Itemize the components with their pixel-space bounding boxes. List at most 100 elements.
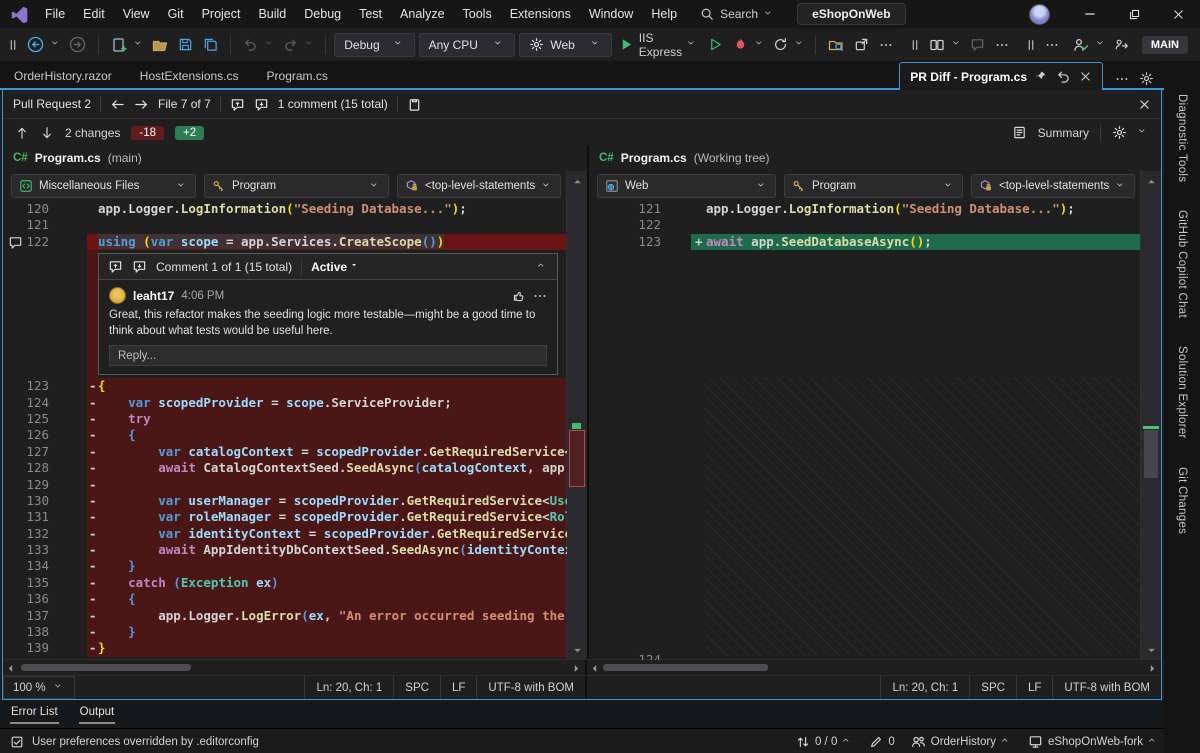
toolbar-grip[interactable] — [908, 38, 922, 52]
scrollbar-thumb[interactable] — [21, 664, 191, 671]
code-line[interactable]: 121 — [3, 217, 567, 233]
add-comment-button[interactable] — [967, 34, 988, 55]
comment-menu-icon[interactable] — [533, 289, 547, 303]
code-line[interactable]: 126- { — [3, 427, 567, 443]
code-line[interactable]: 127- var catalogContext = scopedProvider… — [3, 444, 567, 460]
navigate-forward-button[interactable] — [66, 33, 89, 56]
reply-input[interactable]: Reply... — [109, 345, 547, 366]
menu-item[interactable]: Project — [193, 0, 250, 28]
code-line[interactable]: 122 — [589, 217, 1141, 233]
chevron-down-icon[interactable] — [795, 39, 806, 50]
undo-icon[interactable] — [1056, 69, 1071, 84]
new-item-button[interactable] — [108, 34, 130, 56]
menu-item[interactable]: Analyze — [391, 0, 453, 28]
scroll-left-icon[interactable] — [3, 660, 17, 676]
summary-link[interactable]: Summary — [1038, 126, 1089, 140]
scroll-up-icon[interactable] — [567, 173, 587, 189]
scrollbar-thumb[interactable] — [1144, 430, 1158, 478]
code-line[interactable]: 135- catch (Exception ex) — [3, 575, 567, 591]
chevron-down-icon[interactable] — [265, 39, 276, 50]
close-pr-view-button[interactable] — [1138, 98, 1151, 111]
scroll-down-icon[interactable] — [1141, 642, 1161, 658]
chevron-down-icon[interactable] — [952, 39, 963, 50]
active-document-tab[interactable]: PR Diff - Program.cs — [899, 62, 1103, 90]
restart-button[interactable] — [770, 34, 791, 55]
scroll-down-icon[interactable] — [567, 642, 587, 658]
start-without-debugging-button[interactable] — [705, 34, 726, 55]
left-vertical-scrollbar[interactable] — [566, 171, 587, 660]
right-vertical-scrollbar[interactable] — [1140, 171, 1161, 660]
member-dropdown[interactable]: <top-level-statements-en — [971, 174, 1135, 198]
type-dropdown[interactable]: Program — [204, 174, 389, 198]
toolbar-grip[interactable] — [1024, 38, 1038, 52]
zoom-dropdown[interactable]: 100 % — [3, 676, 75, 699]
menu-item[interactable]: Build — [249, 0, 295, 28]
chevron-down-icon[interactable] — [51, 39, 62, 50]
project-dropdown[interactable]: Miscellaneous Files — [11, 174, 196, 198]
copy-link-icon[interactable] — [407, 97, 422, 112]
menu-item[interactable]: Debug — [295, 0, 350, 28]
next-change-button[interactable] — [40, 126, 54, 140]
toolbar-grip[interactable] — [6, 38, 20, 52]
tool-window-tab[interactable]: Diagnostic Tools — [1176, 94, 1188, 182]
environment-badge[interactable]: MAIN — [1142, 36, 1188, 54]
menu-item[interactable]: Edit — [74, 0, 114, 28]
menu-item[interactable]: File — [36, 0, 74, 28]
user-avatar[interactable] — [1029, 4, 1050, 25]
right-code-editor[interactable]: 121app.Logger.LogInformation("Seeding Da… — [589, 201, 1141, 660]
left-horizontal-scrollbar[interactable] — [3, 660, 587, 676]
encoding-indicator[interactable]: UTF-8 with BOM — [476, 676, 585, 699]
sign-in-button[interactable] — [1111, 34, 1132, 55]
tool-window-tab[interactable]: Git Changes — [1176, 467, 1188, 534]
menu-item[interactable]: Git — [159, 0, 193, 28]
code-line[interactable]: 138- } — [3, 624, 567, 640]
code-line[interactable]: 125- try — [3, 411, 567, 427]
document-tab[interactable]: Program.cs — [253, 62, 342, 89]
collapse-thread-icon[interactable] — [537, 261, 548, 272]
minimize-button[interactable] — [1068, 0, 1112, 28]
startup-profile-dropdown[interactable]: Web — [519, 33, 611, 57]
right-horizontal-scrollbar[interactable] — [587, 660, 1161, 676]
repository-control[interactable]: eShopOnWeb-fork — [1028, 734, 1159, 749]
navigate-back-button[interactable] — [24, 33, 47, 56]
code-line[interactable]: 132- var identityContext = scopedProvide… — [3, 526, 567, 542]
solution-explorer-tool-button[interactable] — [851, 34, 872, 55]
encoding-indicator[interactable]: UTF-8 with BOM — [1052, 676, 1161, 699]
code-line[interactable]: 123+await app.SeedDatabaseAsync(); — [589, 234, 1141, 250]
hot-reload-button[interactable] — [730, 34, 751, 55]
code-line[interactable]: 122using (var scope = app.Services.Creat… — [3, 234, 567, 250]
chevron-down-icon[interactable] — [134, 39, 145, 50]
start-debugging-button[interactable]: IIS Express — [616, 28, 701, 62]
scroll-left-icon[interactable] — [587, 660, 601, 676]
scrollbar-thumb[interactable] — [603, 664, 768, 671]
diff-toolbar-overflow-button[interactable] — [992, 35, 1012, 55]
thumbs-up-icon[interactable] — [512, 289, 526, 303]
menu-item[interactable]: Window — [580, 0, 642, 28]
close-tab-icon[interactable] — [1079, 70, 1092, 83]
document-tab[interactable]: HostExtensions.cs — [126, 62, 253, 89]
restore-button[interactable] — [1112, 0, 1156, 28]
tool-window-tab[interactable]: Solution Explorer — [1176, 346, 1188, 439]
tab-error-list[interactable]: Error List — [10, 704, 59, 724]
save-all-button[interactable] — [200, 34, 221, 55]
next-comment-icon[interactable] — [132, 259, 147, 274]
find-in-files-button[interactable] — [825, 34, 847, 56]
compare-documents-button[interactable] — [926, 34, 948, 56]
code-line[interactable]: 134- } — [3, 558, 567, 574]
sync-status[interactable]: 0 / 0 — [796, 735, 853, 749]
tab-overflow-icon[interactable] — [1115, 72, 1129, 86]
whitespace-indicator[interactable]: SPC — [969, 676, 1016, 699]
whitespace-indicator[interactable]: SPC — [393, 676, 440, 699]
chevron-down-icon[interactable] — [305, 39, 316, 50]
tool-window-tab[interactable]: GitHub Copilot Chat — [1176, 210, 1188, 318]
current-branch-control[interactable]: OrderHistory — [911, 734, 1012, 749]
code-line[interactable]: 130- var userManager = scopedProvider.Ge… — [3, 493, 567, 509]
save-button[interactable] — [175, 34, 196, 55]
tab-settings-gear-icon[interactable] — [1139, 71, 1154, 86]
code-line[interactable]: 128- await CatalogContextSeed.SeedAsync(… — [3, 460, 567, 476]
scroll-up-icon[interactable] — [1141, 173, 1161, 189]
previous-file-button[interactable] — [110, 97, 125, 112]
code-line[interactable]: 124- var scopedProvider = scope.ServiceP… — [3, 395, 567, 411]
menu-item[interactable]: Extensions — [501, 0, 580, 28]
document-tab[interactable]: OrderHistory.razor — [0, 62, 126, 89]
